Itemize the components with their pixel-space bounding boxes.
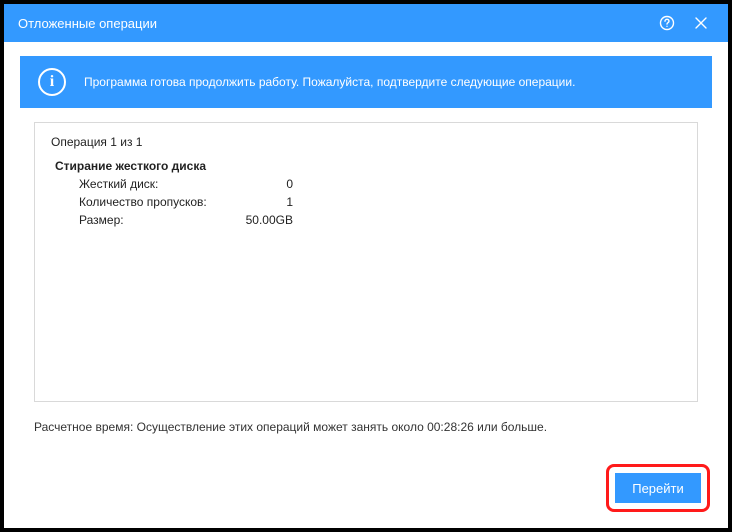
operation-row: Размер: 50.00GB	[79, 211, 681, 229]
dialog-footer: Перейти	[606, 464, 710, 512]
operations-panel: Операция 1 из 1 Стирание жесткого диска …	[34, 122, 698, 402]
operation-value: 0	[239, 175, 299, 193]
close-icon	[694, 16, 708, 30]
go-button[interactable]: Перейти	[615, 473, 701, 503]
operation-count: Операция 1 из 1	[51, 135, 681, 149]
operation-value: 50.00GB	[239, 211, 299, 229]
highlight-annotation: Перейти	[606, 464, 710, 512]
titlebar: Отложенные операции	[4, 4, 728, 42]
operation-row: Количество пропусков: 1	[79, 193, 681, 211]
dialog-window: Отложенные операции i Программа готова п…	[4, 4, 728, 528]
info-banner: i Программа готова продолжить работу. По…	[20, 56, 712, 108]
operation-label: Количество пропусков:	[79, 193, 239, 211]
info-icon: i	[38, 68, 66, 96]
operation-value: 1	[239, 193, 299, 211]
close-button[interactable]	[684, 4, 718, 42]
info-message: Программа готова продолжить работу. Пожа…	[84, 75, 575, 89]
operation-title: Стирание жесткого диска	[55, 159, 681, 173]
help-button[interactable]	[650, 4, 684, 42]
operation-label: Жесткий диск:	[79, 175, 239, 193]
window-title: Отложенные операции	[18, 16, 650, 31]
help-icon	[659, 15, 675, 31]
estimate-text: Расчетное время: Осуществление этих опер…	[34, 420, 698, 434]
operation-label: Размер:	[79, 211, 239, 229]
operation-row: Жесткий диск: 0	[79, 175, 681, 193]
